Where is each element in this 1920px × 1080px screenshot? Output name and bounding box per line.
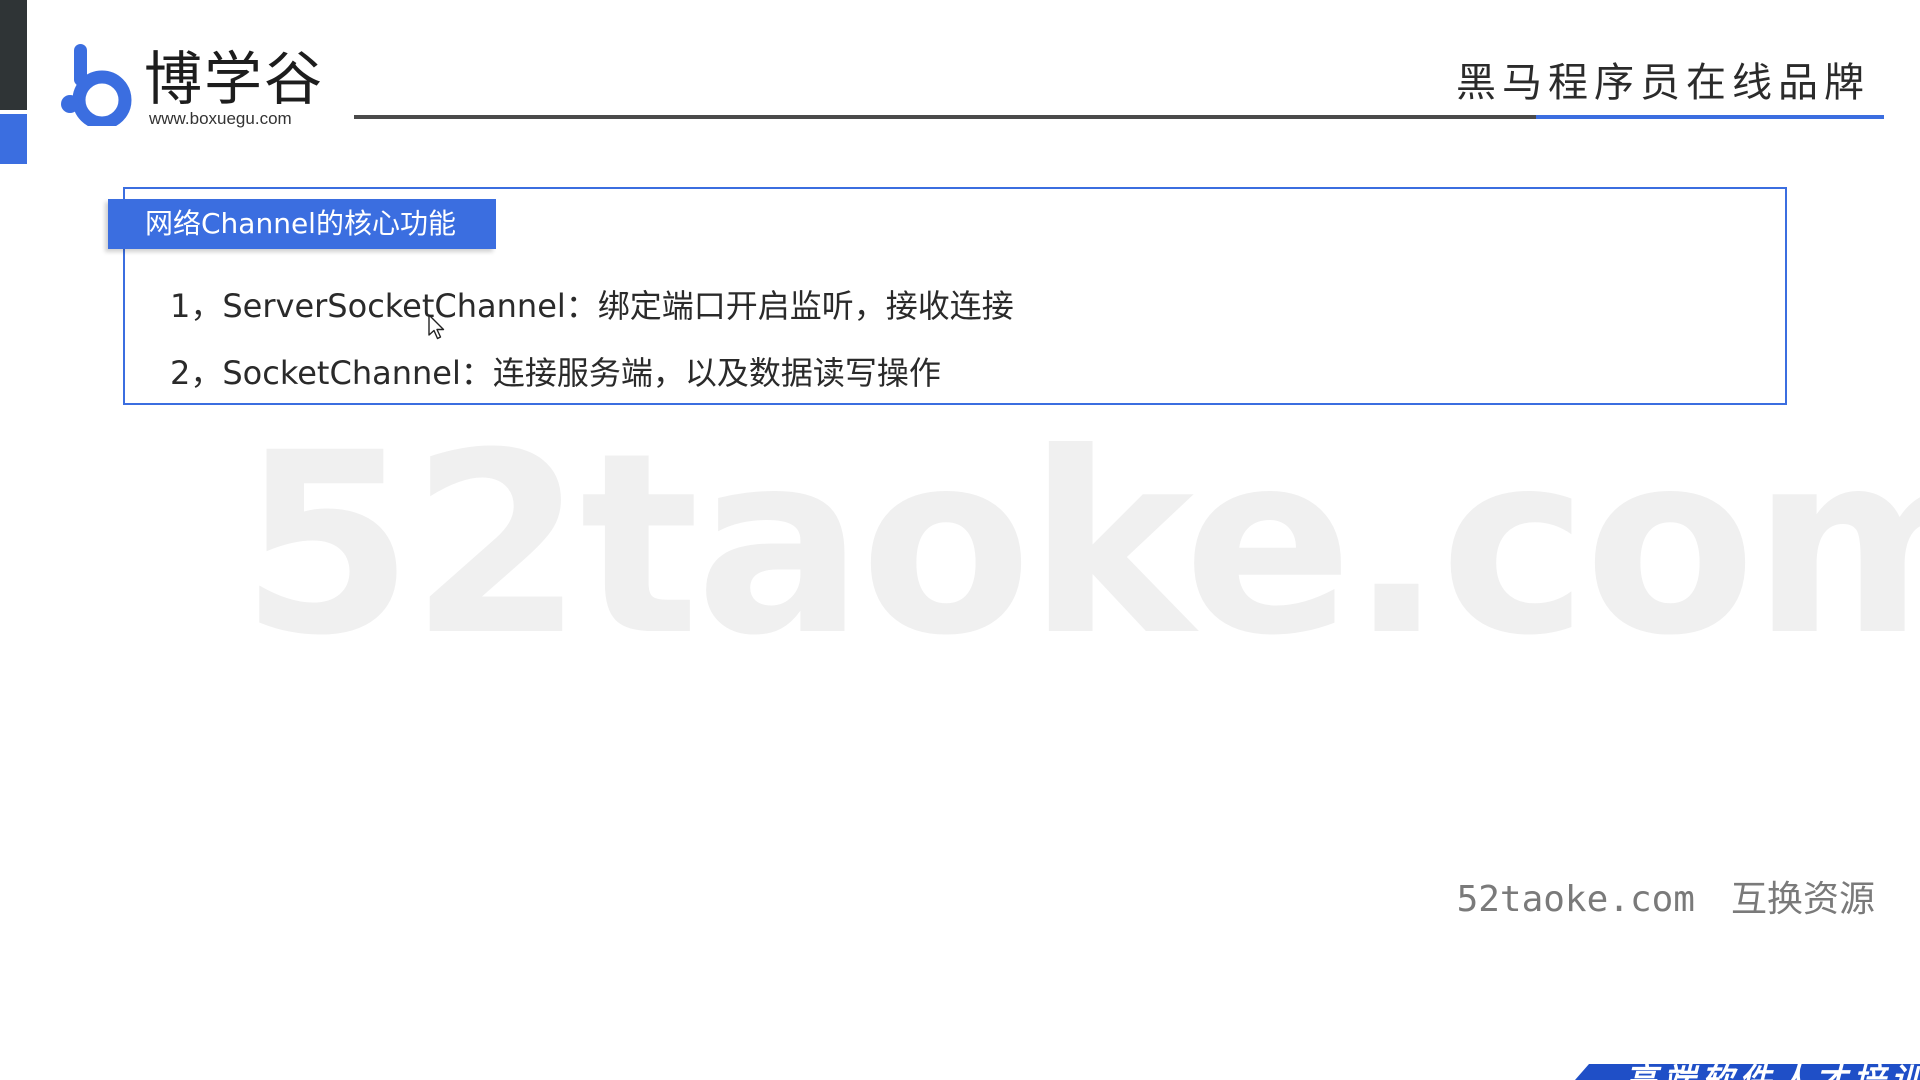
- logo-url: www.boxuegu.com: [149, 109, 292, 128]
- content-item-2: 2，SocketChannel：连接服务端，以及数据读写操作: [170, 354, 941, 392]
- bottom-ribbon-text: 高端软件人才培训专家: [1625, 1064, 1920, 1080]
- bottom-ribbon: 高端软件人才培训专家: [1575, 1064, 1920, 1080]
- watermark-text: 52taoke.com: [240, 399, 1920, 690]
- mouse-cursor-icon: [428, 314, 445, 340]
- boxuegu-logo-icon: [61, 44, 132, 126]
- left-edge-blue-bar: [0, 114, 27, 164]
- footer-watermark-label: 互换资源: [1730, 879, 1875, 920]
- content-box-title: 网络Channel的核心功能: [108, 199, 496, 249]
- boxuegu-logo: 博学谷 www.boxuegu.com: [60, 42, 330, 132]
- header-divider-dark: [354, 115, 1536, 119]
- content-item-1: 1，ServerSocketChannel：绑定端口开启监听，接收连接: [170, 287, 1014, 325]
- header-divider-blue: [1536, 115, 1884, 119]
- logo-text: 博学谷: [144, 45, 325, 113]
- left-edge-dark-bar: [0, 0, 27, 110]
- footer-watermark: 52taoke.com 互换资源: [1457, 870, 1875, 922]
- slide: 博学谷 www.boxuegu.com 黑马程序员在线品牌 52taoke.co…: [0, 0, 1920, 1080]
- brand-slogan: 黑马程序员在线品牌: [1456, 60, 1870, 106]
- footer-watermark-site: 52taoke.com: [1456, 879, 1695, 920]
